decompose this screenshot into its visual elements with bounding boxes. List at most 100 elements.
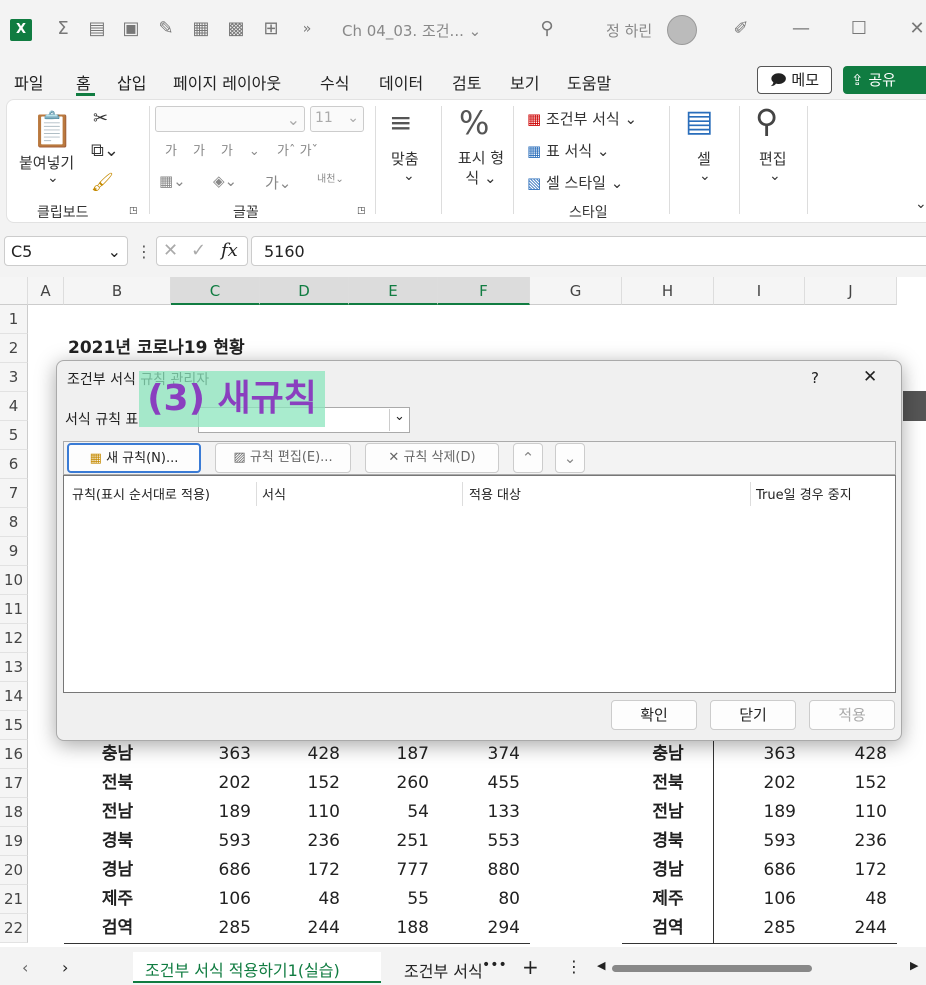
row-header[interactable]: 10 [0,566,28,595]
value-cell[interactable]: 686 [171,856,251,885]
value-cell[interactable]: 553 [438,827,520,856]
value-cell[interactable]: 236 [805,827,887,856]
share-button[interactable]: ⇪ 공유 [843,66,926,94]
cancel-icon[interactable]: ✕ [163,240,178,261]
value-cell[interactable]: 189 [171,798,251,827]
more-tabs-icon[interactable]: ••• [482,957,507,973]
tab-file[interactable]: 파일 [14,70,43,94]
percent-icon[interactable]: % [459,104,489,142]
sheet-title[interactable]: 2021년 코로나19 현황 [68,334,245,363]
horizontal-scrollbar[interactable] [612,965,812,972]
row-header[interactable]: 18 [0,798,28,827]
tab-review[interactable]: 검토 [452,70,481,94]
row-header[interactable]: 6 [0,450,28,479]
value-cell[interactable]: 188 [349,914,429,943]
value-cell[interactable]: 686 [714,856,796,885]
border-icon[interactable]: ▦⌄ [159,172,186,190]
delete-rule-button[interactable]: ✕ 규칙 삭제(D) [365,443,499,473]
formula-options-icon[interactable]: ⋮ [136,242,152,261]
dialog-close-icon[interactable]: ✕ [863,367,877,387]
memo-button[interactable]: 🗩 메모 [757,66,832,94]
value-cell[interactable]: 236 [260,827,340,856]
column-header-c[interactable]: C [171,277,260,305]
value-cell[interactable]: 428 [805,740,887,769]
edit-rule-button[interactable]: ▨ 규칙 편집(E)... [215,443,351,473]
help-button[interactable]: ? [811,369,819,387]
value-cell[interactable]: 110 [260,798,340,827]
move-up-icon[interactable]: ⌃ [513,443,543,473]
value-cell[interactable]: 363 [171,740,251,769]
tab-home[interactable]: 홈 [76,70,91,94]
format-table-button[interactable]: ▦ 표 서식 ⌄ [527,140,609,161]
value-cell[interactable]: 106 [714,885,796,914]
column-header-j[interactable]: J [805,277,897,305]
select-all-corner[interactable] [0,277,28,305]
value-cell[interactable]: 593 [171,827,251,856]
value-cell[interactable]: 251 [349,827,429,856]
format-painter-brush-icon[interactable]: 🖌 [91,172,114,193]
tab-data[interactable]: 데이터 [379,70,423,94]
value-cell[interactable]: 172 [260,856,340,885]
region-cell[interactable]: 전남 [622,798,714,827]
document-title[interactable]: Ch 04_03. 조건... ⌄ [342,20,481,41]
align-icon[interactable]: ≡ [389,106,412,139]
row-header[interactable]: 5 [0,421,28,450]
row-header[interactable]: 22 [0,914,28,943]
row-header[interactable]: 12 [0,624,28,653]
cells-button[interactable]: 셀 [697,148,711,169]
value-cell[interactable]: 455 [438,769,520,798]
region-cell[interactable]: 검역 [64,914,171,943]
sheet-tab[interactable]: 조건부 서식 적용하기2 [392,952,482,983]
value-cell[interactable]: 260 [349,769,429,798]
value-cell[interactable]: 363 [714,740,796,769]
tab-view[interactable]: 보기 [510,70,539,94]
value-cell[interactable]: 285 [714,914,796,943]
number-format-button[interactable]: 표시 형식 ⌄ [453,148,509,188]
column-header-f[interactable]: F [438,277,530,305]
insert-function-icon[interactable]: fx [221,240,238,261]
avatar[interactable] [667,15,697,45]
tab-page-layout[interactable]: 페이지 레이아웃 [173,70,281,94]
region-cell[interactable]: 전북 [64,769,171,798]
value-cell[interactable]: 428 [260,740,340,769]
table-icon[interactable]: ▩ [225,18,247,40]
value-cell[interactable]: 48 [260,885,340,914]
scroll-left-icon[interactable]: ◀ [597,959,605,972]
autosum-icon[interactable]: Σ [52,18,74,40]
rules-list[interactable]: 규칙(표시 순서대로 적용) 서식 적용 대상 True일 경우 중지 [63,475,896,693]
row-header[interactable]: 21 [0,885,28,914]
font-grow-shrink[interactable]: 가ˆ 가ˇ [277,140,318,159]
value-cell[interactable]: 285 [171,914,251,943]
value-cell[interactable]: 777 [349,856,429,885]
column-header-i[interactable]: I [714,277,805,305]
value-cell[interactable]: 187 [349,740,429,769]
row-header[interactable]: 11 [0,595,28,624]
tab-insert[interactable]: 삽입 [117,70,146,94]
font-size-select[interactable]: 11 ⌄ [310,106,364,132]
enter-icon[interactable]: ✓ [191,240,206,261]
value-cell[interactable]: 80 [438,885,520,914]
value-cell[interactable]: 244 [805,914,887,943]
sheet-tab-active[interactable]: 조건부 서식 적용하기1(실습) [133,952,381,983]
align-chevron-icon[interactable]: ⌄ [403,168,415,184]
more-commands-icon[interactable]: » [296,18,318,40]
conditional-format-button[interactable]: ▦ 조건부 서식 ⌄ [527,108,637,129]
region-cell[interactable]: 제주 [64,885,171,914]
next-sheet-icon[interactable]: › [62,958,68,977]
grid-icon[interactable]: ▦ [190,18,212,40]
column-header-a[interactable]: A [28,277,64,305]
formula-input[interactable]: 5160 [251,236,926,266]
font-name-select[interactable]: ⌄ [155,106,305,132]
copy-icon[interactable]: ⧉⌄ [91,140,119,161]
prev-sheet-icon[interactable]: ‹ [22,958,28,977]
editing-chevron-icon[interactable]: ⌄ [769,168,781,184]
add-sheet-icon[interactable]: + [522,955,539,979]
region-cell[interactable]: 충남 [64,740,171,769]
font-color-icon[interactable]: 가⌄ [265,172,291,193]
editing-button[interactable]: 편집 [759,148,787,169]
value-cell[interactable]: 54 [349,798,429,827]
value-cell[interactable]: 152 [260,769,340,798]
maximize-icon[interactable]: ☐ [848,18,870,40]
region-cell[interactable]: 경북 [64,827,171,856]
minimize-icon[interactable]: — [790,18,812,40]
